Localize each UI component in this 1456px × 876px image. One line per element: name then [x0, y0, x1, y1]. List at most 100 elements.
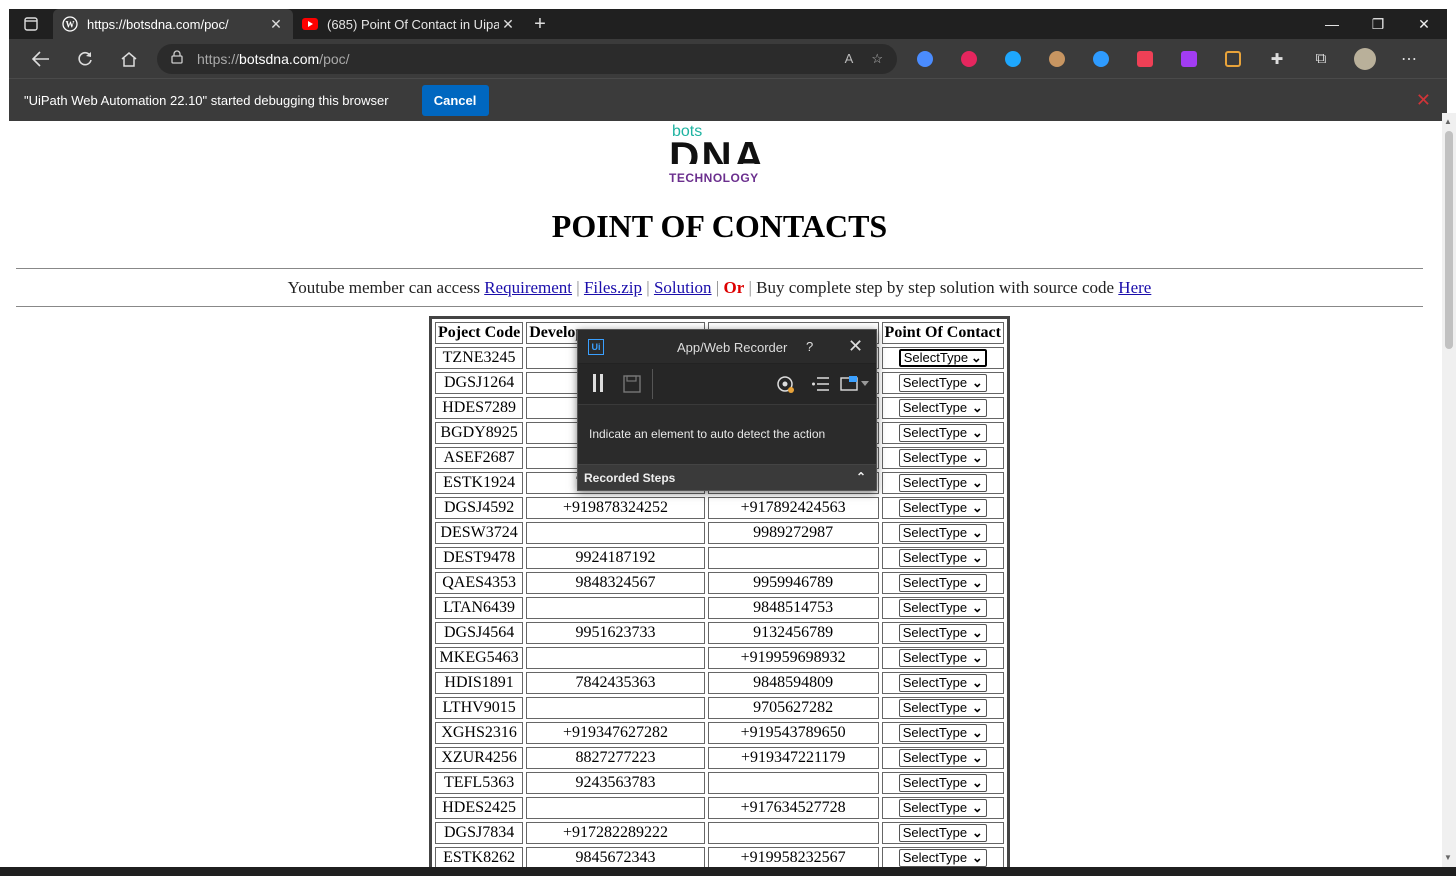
- select-type-dropdown[interactable]: SelectType ⌄: [898, 448, 987, 467]
- target-settings-icon[interactable]: [776, 375, 796, 400]
- tab-botsdna[interactable]: W https://botsdna.com/poc/ ✕: [53, 9, 293, 39]
- select-type-dropdown[interactable]: SelectType ⌄: [898, 698, 987, 717]
- select-type-dropdown[interactable]: SelectType ⌄: [898, 823, 987, 842]
- pause-icon[interactable]: [592, 373, 604, 398]
- select-type-dropdown[interactable]: SelectType ⌄: [898, 773, 987, 792]
- header-project-code: Poject Code: [435, 322, 524, 344]
- extension-5-icon[interactable]: [1087, 45, 1115, 73]
- scrollbar-thumb[interactable]: [1445, 131, 1453, 349]
- here-link[interactable]: Here: [1118, 278, 1151, 297]
- table-row: QAES4353 9848324567 9959946789 SelectType ⌄: [435, 572, 1004, 594]
- point-of-contact-cell: SelectType ⌄: [881, 422, 1004, 444]
- botsdna-logo: bots DNA TECHNOLOGY: [669, 123, 769, 187]
- tab-actions-button[interactable]: [9, 9, 53, 39]
- select-type-dropdown[interactable]: SelectType ⌄: [898, 798, 987, 817]
- extension-2-icon[interactable]: [955, 45, 983, 73]
- select-type-label: SelectType: [902, 475, 968, 491]
- contact-phone-cell: [707, 772, 879, 794]
- chevron-down-icon: ⌄: [971, 674, 983, 690]
- profile-avatar-icon[interactable]: [1351, 45, 1379, 73]
- new-tab-icon[interactable]: +: [525, 13, 555, 36]
- select-type-dropdown[interactable]: SelectType ⌄: [898, 748, 987, 767]
- select-type-dropdown[interactable]: SelectType ⌄: [897, 347, 988, 368]
- toolbar-divider: [652, 369, 653, 399]
- tab-youtube[interactable]: (685) Point Of Contact in Uipath ✕: [293, 9, 525, 39]
- select-type-dropdown[interactable]: SelectType ⌄: [898, 848, 987, 867]
- select-type-dropdown[interactable]: SelectType ⌄: [898, 623, 987, 642]
- extension-7-icon[interactable]: [1175, 45, 1203, 73]
- contact-phone-cell: +919958232567: [707, 847, 879, 869]
- separator: |: [646, 278, 650, 297]
- chevron-down-icon: ⌄: [971, 374, 983, 390]
- chevron-down-icon: ⌄: [971, 824, 983, 840]
- address-bar[interactable]: https://botsdna.com/poc/ A ☆: [157, 43, 897, 74]
- more-menu-icon[interactable]: ⋯: [1395, 45, 1423, 73]
- recording-mode-dropdown-icon[interactable]: [840, 375, 870, 398]
- home-icon[interactable]: [107, 44, 151, 74]
- restore-icon[interactable]: ❐: [1355, 9, 1401, 39]
- cancel-button[interactable]: Cancel: [421, 84, 489, 116]
- steps-list-icon[interactable]: [812, 376, 830, 397]
- project-code-cell: BGDY8925: [435, 422, 524, 444]
- select-type-dropdown[interactable]: SelectType ⌄: [898, 573, 987, 592]
- select-type-dropdown[interactable]: SelectType ⌄: [898, 648, 987, 667]
- close-window-icon[interactable]: ✕: [1401, 9, 1447, 39]
- select-type-label: SelectType: [902, 850, 968, 866]
- scroll-up-icon[interactable]: ▲: [1444, 117, 1452, 126]
- pocket-icon[interactable]: [1131, 45, 1159, 73]
- select-type-dropdown[interactable]: SelectType ⌄: [898, 598, 987, 617]
- minimize-icon[interactable]: —: [1309, 9, 1355, 39]
- chevron-down-icon: ⌄: [971, 849, 983, 865]
- developer-phone-cell: [526, 522, 705, 544]
- read-aloud-icon[interactable]: A: [845, 51, 854, 67]
- favorite-star-icon[interactable]: ☆: [871, 51, 883, 67]
- select-type-dropdown[interactable]: SelectType ⌄: [898, 423, 987, 442]
- extension-4-icon[interactable]: [1043, 45, 1071, 73]
- select-type-dropdown[interactable]: SelectType ⌄: [898, 723, 987, 742]
- select-type-dropdown[interactable]: SelectType ⌄: [898, 673, 987, 692]
- back-icon[interactable]: [19, 44, 63, 74]
- point-of-contact-cell: SelectType ⌄: [881, 447, 1004, 469]
- recorded-steps-header[interactable]: Recorded Steps ⌃: [578, 464, 876, 490]
- chevron-up-icon[interactable]: ⌃: [856, 470, 866, 484]
- select-type-label: SelectType: [902, 575, 968, 591]
- table-row: DGSJ7834 +917282289222 SelectType ⌄: [435, 822, 1004, 844]
- extension-8-icon[interactable]: [1219, 45, 1247, 73]
- project-code-cell: HDES7289: [435, 397, 524, 419]
- chevron-down-icon: ⌄: [971, 424, 983, 440]
- files-zip-link[interactable]: Files.zip: [584, 278, 642, 297]
- chevron-down-icon: ⌄: [971, 774, 983, 790]
- select-type-dropdown[interactable]: SelectType ⌄: [898, 548, 987, 567]
- vertical-scrollbar[interactable]: ▲ ▼: [1442, 113, 1456, 867]
- select-type-label: SelectType: [902, 725, 968, 741]
- buy-text: Buy complete step by step solution with …: [756, 278, 1115, 297]
- tab-actions-icon: [24, 17, 38, 31]
- select-type-dropdown[interactable]: SelectType ⌄: [898, 523, 987, 542]
- select-type-dropdown[interactable]: SelectType ⌄: [898, 398, 987, 417]
- tab-close-icon[interactable]: ✕: [267, 16, 285, 33]
- divider-top: [16, 268, 1423, 269]
- select-type-dropdown[interactable]: SelectType ⌄: [898, 498, 987, 517]
- extension-1-icon[interactable]: [911, 45, 939, 73]
- save-icon[interactable]: [623, 375, 641, 398]
- recorder-close-icon[interactable]: ✕: [848, 336, 863, 357]
- requirement-link[interactable]: Requirement: [484, 278, 572, 297]
- developer-phone-cell: 9924187192: [526, 547, 705, 569]
- scroll-down-icon[interactable]: ▼: [1444, 853, 1452, 862]
- point-of-contact-cell: SelectType ⌄: [881, 722, 1004, 744]
- extension-3-icon[interactable]: [999, 45, 1027, 73]
- project-code-cell: DGSJ4592: [435, 497, 524, 519]
- refresh-icon[interactable]: [63, 44, 107, 74]
- extensions-puzzle-icon[interactable]: ✚: [1263, 45, 1291, 73]
- select-type-dropdown[interactable]: SelectType ⌄: [898, 473, 987, 492]
- tab-close-icon[interactable]: ✕: [499, 16, 517, 33]
- chevron-down-icon: ⌄: [971, 624, 983, 640]
- tab-bar: W https://botsdna.com/poc/ ✕ (685) Point…: [9, 9, 1447, 39]
- select-type-dropdown[interactable]: SelectType ⌄: [898, 373, 987, 392]
- project-code-cell: DESW3724: [435, 522, 524, 544]
- collections-icon[interactable]: ⧉: [1307, 45, 1335, 73]
- infobar-close-icon[interactable]: ✕: [1416, 90, 1431, 111]
- project-code-cell: DGSJ7834: [435, 822, 524, 844]
- help-icon[interactable]: ?: [806, 339, 813, 354]
- solution-link[interactable]: Solution: [654, 278, 712, 297]
